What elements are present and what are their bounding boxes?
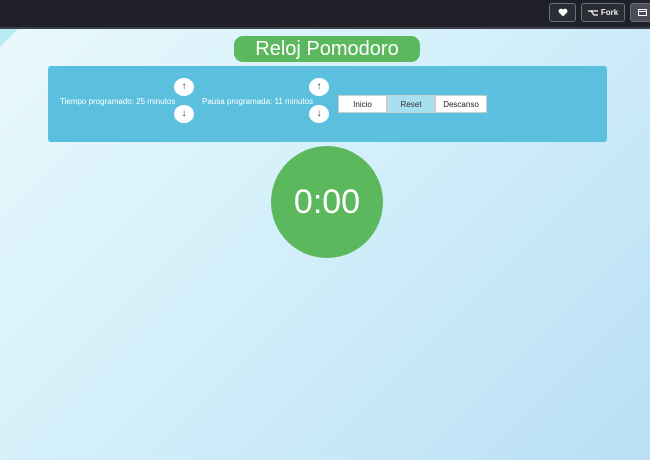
start-button[interactable]: Inicio [338,95,387,113]
like-button[interactable] [549,3,576,22]
break-length-label: Pausa programada: 11 minutos [202,97,314,106]
timer-controls: Inicio Reset Descanso [338,95,487,113]
session-length-label: Tiempo programado: 25 minutos [60,97,176,106]
page-title: Reloj Pomodoro [234,36,420,62]
fork-icon [587,9,598,16]
break-increase-button[interactable]: ↑ [309,78,329,96]
break-decrease-button[interactable]: ↓ [309,105,329,123]
session-increase-button[interactable]: ↑ [174,78,194,96]
fork-button[interactable]: Fork [581,3,625,22]
view-toggle-button[interactable] [630,3,650,22]
session-decrease-button[interactable]: ↓ [174,105,194,123]
break-button[interactable]: Descanso [435,95,487,113]
layout-icon [637,9,647,16]
corner-decoration [0,29,18,47]
fork-label: Fork [600,8,619,17]
heart-icon [558,8,567,17]
timer-display: 0:00 [271,146,383,258]
reset-button[interactable]: Reset [387,95,435,113]
editor-topbar: Fork [0,0,650,29]
